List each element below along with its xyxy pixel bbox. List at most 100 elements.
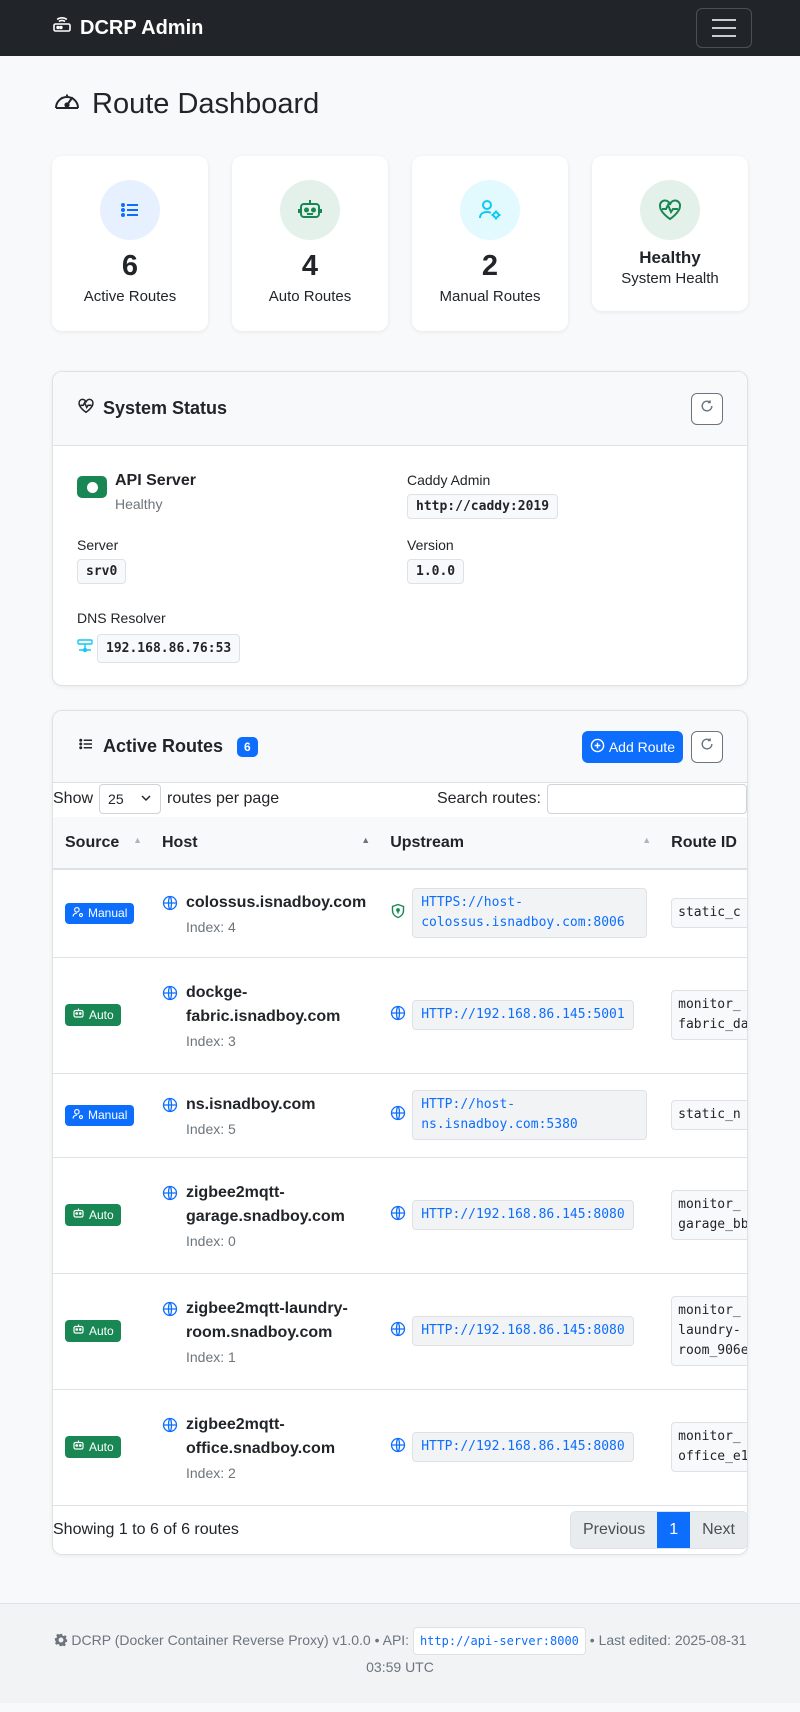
globe-icon [162, 1097, 178, 1118]
routes-table-wrapper[interactable]: Source ▲ Host ▲ Upstream ▲ Route ID Manual c… [53, 817, 747, 1506]
version-info: Version 1.0.0 [407, 537, 723, 584]
route-id-cell: monitor_ garage_bb [659, 1157, 747, 1274]
stat-card-auto-routes: 4 Auto Routes [232, 156, 388, 331]
chevron-down-icon [140, 791, 152, 807]
refresh-icon [700, 737, 714, 756]
previous-page-button[interactable]: Previous [570, 1511, 658, 1548]
source-badge: Auto [65, 1004, 121, 1026]
globe-icon [390, 1105, 406, 1126]
route-index: Index: 1 [185, 1349, 236, 1365]
host-name[interactable]: ns.isnadboy.com [186, 1093, 316, 1117]
route-index: Index: 4 [185, 919, 236, 936]
host-cell: zigbee2mqtt-garage.snadboy.com Index: 0 [149, 1157, 379, 1274]
source-cell: Auto [53, 957, 150, 1074]
route-id: monitor_ garage_bb [671, 1190, 747, 1240]
brand-link[interactable]: DCRP Admin [52, 15, 203, 41]
active-routes-title: Active Routes 6 [77, 735, 258, 758]
host-name[interactable]: zigbee2mqtt-laundry-room.snadboy.com [186, 1297, 366, 1345]
column-header-upstream[interactable]: Upstream ▲ [378, 817, 660, 870]
route-id: monitor_ office_e1 [671, 1422, 747, 1472]
routes-table: Source ▲ Host ▲ Upstream ▲ Route ID Manual c… [53, 817, 747, 1506]
route-index: Index: 0 [185, 1233, 236, 1249]
host-name[interactable]: dockge-fabric.isnadboy.com [186, 981, 366, 1029]
heart-pulse-icon [77, 397, 95, 420]
list-icon [100, 180, 160, 240]
table-row: Auto zigbee2mqtt-garage.snadboy.com Index:… [53, 1157, 747, 1274]
upstream-link[interactable]: HTTPS://host-colossus.isnadboy.com:8006 [412, 888, 648, 939]
host-name[interactable]: colossus.isnadboy.com [186, 891, 366, 915]
next-page-button[interactable]: Next [690, 1511, 747, 1548]
upstream-link[interactable]: HTTP://192.168.86.145:5001 [412, 1000, 634, 1030]
api-server-state: Healthy [115, 496, 163, 512]
source-cell: Auto [53, 1157, 150, 1274]
upstream-cell: HTTP://192.168.86.145:5001 [378, 957, 660, 1074]
source-cell: Manual [53, 869, 150, 958]
host-cell: zigbee2mqtt-office.snadboy.com Index: 2 [149, 1389, 379, 1506]
sort-asc-icon: ▲ [361, 835, 371, 845]
heart-pulse-icon [640, 180, 700, 240]
stat-label: Auto Routes [268, 288, 352, 305]
hamburger-icon [712, 19, 736, 21]
brand-text: DCRP Admin [80, 16, 204, 39]
stat-label: Active Routes [83, 288, 177, 305]
host-name[interactable]: zigbee2mqtt-office.snadboy.com [186, 1413, 366, 1461]
robot-icon [72, 1323, 85, 1339]
page-1-button[interactable]: 1 [657, 1511, 691, 1548]
column-header-route-id[interactable]: Route ID [659, 817, 747, 870]
search-routes-input[interactable] [547, 784, 747, 814]
globe-icon [390, 1005, 406, 1026]
source-badge: Auto [65, 1320, 121, 1342]
route-id-cell: static_c [659, 869, 747, 958]
upstream-link[interactable]: HTTP://192.168.86.145:8080 [412, 1200, 634, 1230]
table-footer: Showing 1 to 6 of 6 routes Previous 1 Ne… [53, 1506, 748, 1554]
active-routes-card: Active Routes 6 Add Route Show 25 routes… [52, 710, 748, 1555]
sort-icon: ▲ [133, 835, 142, 845]
page-title-text: Route Dashboard [92, 87, 320, 120]
sort-icon: ▲ [642, 835, 652, 845]
showing-info: Showing 1 to 6 of 6 routes [53, 1520, 239, 1538]
route-index: Index: 2 [185, 1465, 236, 1481]
dns-resolver-value: 192.168.86.76:53 [97, 634, 241, 663]
column-header-host[interactable]: Host ▲ [149, 817, 379, 870]
table-row: Auto dockge-fabric.isnadboy.com Index: 3 HT… [53, 957, 747, 1074]
refresh-routes-button[interactable] [691, 730, 723, 763]
system-status-header: System Status [53, 372, 747, 446]
stat-label: System Health [621, 270, 719, 287]
stats-row: 6 Active Routes 4 Auto Routes 2 Manual R… [52, 156, 748, 331]
host-cell: zigbee2mqtt-laundry-room.snadboy.com Inde… [149, 1273, 379, 1390]
column-header-source[interactable]: Source ▲ [53, 817, 150, 870]
upstream-link[interactable]: HTTP://192.168.86.145:8080 [412, 1316, 634, 1346]
host-name[interactable]: zigbee2mqtt-garage.snadboy.com [186, 1181, 366, 1229]
shield-icon [390, 903, 406, 924]
upstream-link[interactable]: HTTP://192.168.86.145:8080 [412, 1432, 634, 1462]
upstream-cell: HTTP://192.168.86.145:8080 [378, 1389, 660, 1506]
add-route-button[interactable]: Add Route [581, 730, 683, 763]
footer-text: DCRP (Docker Container Reverse Proxy) v1… [71, 1632, 410, 1648]
stat-card-active-routes: 6 Active Routes [52, 156, 208, 331]
host-cell: dockge-fabric.isnadboy.com Index: 3 [149, 957, 379, 1074]
stat-value: 6 [121, 250, 139, 282]
route-id: monitor_ fabric_da [671, 990, 747, 1040]
globe-icon [162, 1185, 178, 1206]
plus-circle-icon [590, 738, 605, 756]
user-gear-icon [460, 180, 520, 240]
footer-api-url: http://api-server:8000 [412, 1627, 586, 1655]
stat-value: 2 [481, 250, 499, 282]
source-cell: Auto [53, 1273, 150, 1390]
route-index: Index: 3 [185, 1033, 236, 1049]
stat-value: 4 [301, 250, 319, 282]
source-cell: Auto [53, 1389, 150, 1506]
upstream-cell: HTTP://host-ns.isnadboy.com:5380 [378, 1073, 660, 1158]
caddy-admin: Caddy Admin http://caddy:2019 [407, 472, 723, 519]
caddy-admin-url: http://caddy:2019 [407, 494, 559, 519]
refresh-status-button[interactable] [691, 392, 723, 425]
table-row: Auto zigbee2mqtt-laundry-room.snadboy.com… [53, 1273, 747, 1390]
table-row: Manual colossus.isnadboy.com Index: 4 HTTPS… [53, 869, 747, 958]
menu-toggle-button[interactable] [696, 8, 752, 48]
upstream-link[interactable]: HTTP://host-ns.isnadboy.com:5380 [412, 1090, 648, 1140]
pagination: Previous 1 Next [569, 1510, 748, 1549]
toggle-on-icon [77, 476, 107, 498]
per-page-select[interactable]: 25 [99, 784, 162, 814]
route-id-cell: monitor_ fabric_da [659, 957, 747, 1074]
robot-icon [72, 1007, 85, 1023]
